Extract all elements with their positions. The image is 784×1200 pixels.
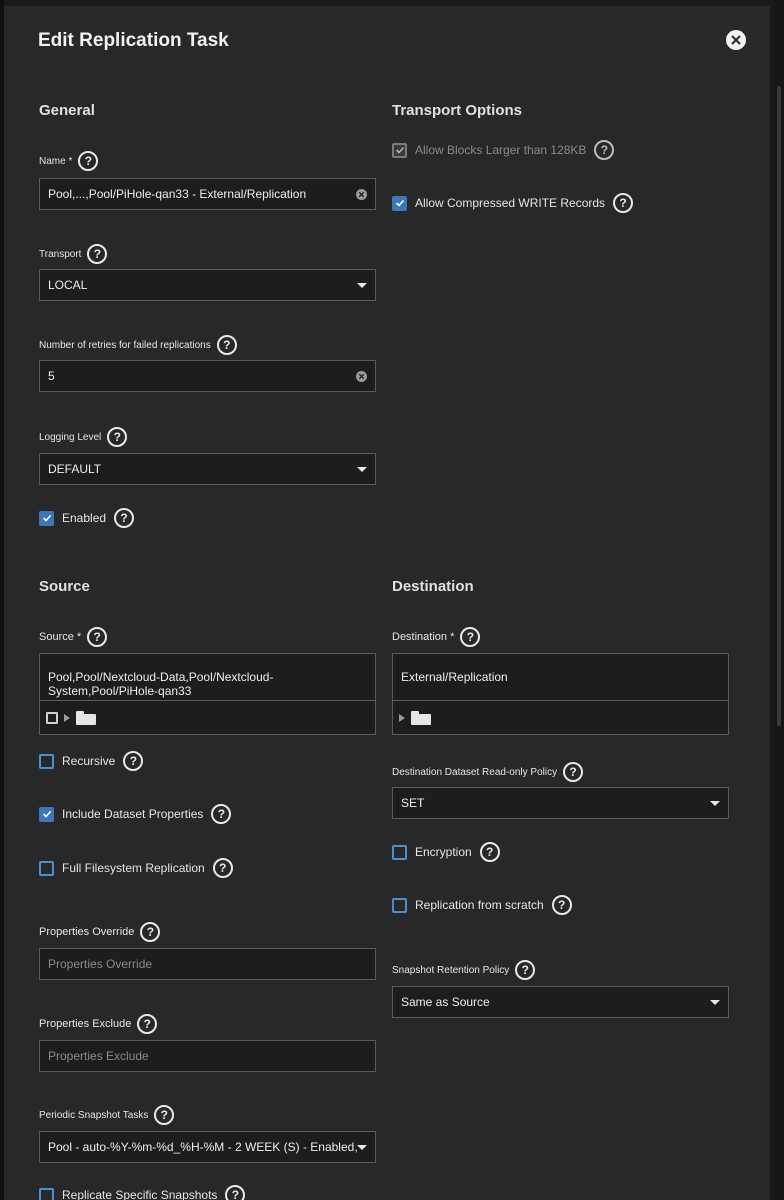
help-icon[interactable]: ? xyxy=(216,335,237,355)
specific-checkbox-row[interactable]: Replicate Specific Snapshots ? xyxy=(39,1185,246,1200)
full-fs-checkbox-row[interactable]: Full Filesystem Replication ? xyxy=(39,858,233,878)
help-icon[interactable]: ? xyxy=(551,895,572,915)
retention-label: Snapshot Retention Policy ? xyxy=(392,960,536,980)
scrollbar-thumb[interactable] xyxy=(777,86,781,726)
recursive-checkbox[interactable] xyxy=(39,753,54,769)
transport-options-title: Transport Options xyxy=(392,102,523,119)
help-icon[interactable]: ? xyxy=(140,922,161,942)
encryption-checkbox-row[interactable]: Encryption ? xyxy=(392,842,500,862)
help-icon[interactable]: ? xyxy=(114,508,135,528)
clear-icon[interactable] xyxy=(356,188,367,200)
source-section-title: Source xyxy=(39,578,90,595)
destination-label: Destination * ? xyxy=(392,627,481,647)
compressed-checkbox[interactable] xyxy=(392,195,407,211)
compressed-checkbox-row[interactable]: Allow Compressed WRITE Records ? xyxy=(392,193,634,213)
clear-icon[interactable] xyxy=(356,370,367,382)
from-scratch-checkbox-row[interactable]: Replication from scratch ? xyxy=(392,895,572,915)
logging-select[interactable]: DEFAULT xyxy=(39,453,376,485)
help-icon[interactable]: ? xyxy=(137,1014,158,1034)
enabled-checkbox-row[interactable]: Enabled ? xyxy=(39,508,135,528)
include-props-checkbox[interactable] xyxy=(39,806,54,822)
name-input[interactable]: Pool,...,Pool/PiHole-qan33 - External/Re… xyxy=(39,178,376,210)
help-icon[interactable]: ? xyxy=(78,151,99,171)
help-icon[interactable]: ? xyxy=(212,858,233,878)
readonly-policy-select[interactable]: SET xyxy=(392,787,729,819)
periodic-select[interactable]: Pool - auto-%Y-%m-%d_%H-%M - 2 WEEK (S) … xyxy=(39,1131,376,1163)
transport-label: Transport ? xyxy=(39,244,108,264)
expand-icon[interactable] xyxy=(399,713,405,722)
help-icon[interactable]: ? xyxy=(211,804,232,824)
props-override-label: Properties Override ? xyxy=(39,922,161,942)
help-icon[interactable]: ? xyxy=(594,140,615,160)
props-override-input[interactable]: Properties Override xyxy=(39,948,376,980)
destination-explorer[interactable]: External/Replication xyxy=(392,653,729,735)
readonly-policy-label: Destination Dataset Read-only Policy ? xyxy=(392,762,584,782)
help-icon[interactable]: ? xyxy=(87,627,108,647)
full-fs-checkbox[interactable] xyxy=(39,860,54,876)
retention-select[interactable]: Same as Source xyxy=(392,986,729,1018)
checkmark-icon xyxy=(395,199,404,207)
retries-input[interactable]: 5 xyxy=(39,360,376,392)
chevron-down-icon xyxy=(710,999,720,1005)
edit-replication-dialog: Edit Replication Task General Name * ? P… xyxy=(4,6,770,1200)
folder-icon xyxy=(76,710,96,725)
chevron-down-icon xyxy=(357,466,367,472)
specific-checkbox[interactable] xyxy=(39,1187,54,1200)
logging-label: Logging Level ? xyxy=(39,427,128,447)
checkmark-icon xyxy=(42,514,51,522)
enabled-checkbox[interactable] xyxy=(39,510,54,526)
recursive-checkbox-row[interactable]: Recursive ? xyxy=(39,751,144,771)
retries-label: Number of retries for failed replication… xyxy=(39,335,237,355)
encryption-checkbox[interactable] xyxy=(392,844,407,860)
large-blocks-checkbox xyxy=(392,142,407,158)
help-icon[interactable]: ? xyxy=(563,762,584,782)
periodic-label: Periodic Snapshot Tasks ? xyxy=(39,1105,175,1125)
dialog-title: Edit Replication Task xyxy=(38,30,229,51)
large-blocks-checkbox-row: Allow Blocks Larger than 128KB ? xyxy=(392,140,615,160)
destination-section-title: Destination xyxy=(392,578,474,595)
source-value[interactable]: Pool,Pool/Nextcloud-Data,Pool/Nextcloud-… xyxy=(40,654,375,701)
name-label: Name * ? xyxy=(39,151,99,171)
chevron-down-icon xyxy=(357,282,367,288)
help-icon[interactable]: ? xyxy=(225,1185,246,1200)
close-icon xyxy=(731,35,741,45)
transport-select[interactable]: LOCAL xyxy=(39,269,376,301)
props-exclude-label: Properties Exclude ? xyxy=(39,1014,158,1034)
help-icon[interactable]: ? xyxy=(515,960,536,980)
help-icon[interactable]: ? xyxy=(479,842,500,862)
source-label: Source * ? xyxy=(39,627,108,647)
chevron-down-icon xyxy=(357,1144,367,1150)
expand-icon[interactable] xyxy=(64,713,70,722)
folder-icon xyxy=(411,710,431,725)
source-explorer[interactable]: Pool,Pool/Nextcloud-Data,Pool/Nextcloud-… xyxy=(39,653,376,735)
help-icon[interactable]: ? xyxy=(87,244,108,264)
tree-checkbox[interactable] xyxy=(46,711,58,724)
help-icon[interactable]: ? xyxy=(154,1105,175,1125)
checkmark-icon xyxy=(395,146,404,154)
help-icon[interactable]: ? xyxy=(123,751,144,771)
general-section-title: General xyxy=(39,102,95,119)
props-exclude-input[interactable]: Properties Exclude xyxy=(39,1040,376,1072)
close-button[interactable] xyxy=(726,30,746,50)
source-tree[interactable] xyxy=(40,700,375,734)
checkmark-icon xyxy=(42,810,51,818)
scrollbar-track[interactable] xyxy=(774,0,784,1200)
chevron-down-icon xyxy=(710,800,720,806)
include-props-checkbox-row[interactable]: Include Dataset Properties ? xyxy=(39,804,232,824)
destination-tree[interactable] xyxy=(393,700,728,734)
help-icon[interactable]: ? xyxy=(613,193,634,213)
from-scratch-checkbox[interactable] xyxy=(392,897,407,913)
help-icon[interactable]: ? xyxy=(107,427,128,447)
destination-value[interactable]: External/Replication xyxy=(393,654,728,701)
help-icon[interactable]: ? xyxy=(460,627,481,647)
